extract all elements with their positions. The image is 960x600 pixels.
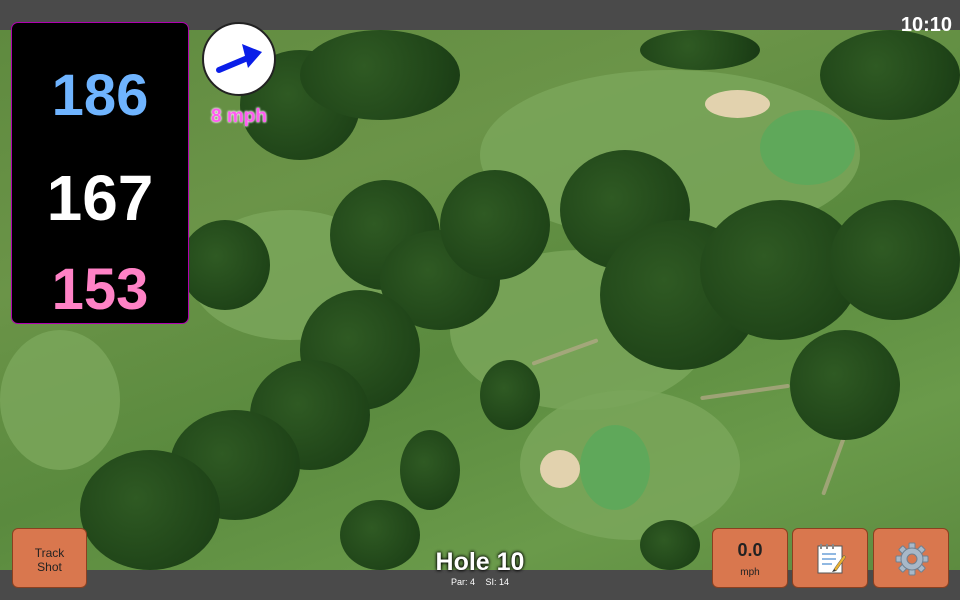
distance-back: 186 bbox=[51, 63, 149, 128]
tree bbox=[820, 30, 960, 120]
putting-green bbox=[760, 110, 855, 185]
bunker bbox=[705, 90, 770, 118]
hole-title: Hole 10 bbox=[435, 548, 525, 576]
notepad-icon bbox=[817, 544, 846, 574]
tree bbox=[180, 220, 270, 310]
tree bbox=[440, 170, 550, 280]
tree bbox=[400, 430, 460, 510]
track-shot-button[interactable]: Track Shot bbox=[12, 528, 87, 588]
hole-par: Par: 4 bbox=[450, 577, 475, 587]
tree bbox=[790, 330, 900, 440]
hole-stroke-index: SI: 14 bbox=[485, 577, 510, 587]
putting-green bbox=[580, 425, 650, 510]
tree bbox=[80, 450, 220, 570]
track-shot-label-line1: Track bbox=[34, 546, 65, 560]
tree bbox=[640, 520, 700, 570]
bunker bbox=[540, 450, 580, 488]
tree bbox=[480, 360, 540, 430]
distance-panel: 186 167 153 bbox=[11, 22, 189, 324]
gear-icon bbox=[895, 542, 929, 576]
fairway bbox=[0, 330, 120, 470]
distance-middle: 167 bbox=[46, 162, 154, 234]
notes-button[interactable] bbox=[792, 528, 868, 588]
cart-path bbox=[700, 383, 790, 401]
tree bbox=[830, 200, 960, 320]
distance-front: 153 bbox=[51, 257, 149, 322]
hole-details: Par: 4 SI: 14 bbox=[380, 577, 580, 587]
speed-button[interactable]: 0.0 mph bbox=[712, 528, 788, 588]
track-shot-label-line2: Shot bbox=[37, 560, 62, 574]
arrow-icon bbox=[216, 44, 262, 73]
wind-indicator bbox=[202, 22, 276, 96]
tree bbox=[300, 30, 460, 120]
speed-value: 0.0 bbox=[737, 540, 763, 560]
clock: 10:10 bbox=[900, 14, 952, 36]
wind-speed: 8 mph bbox=[211, 106, 267, 127]
settings-button[interactable] bbox=[873, 528, 949, 588]
speed-unit: mph bbox=[740, 567, 760, 578]
tree bbox=[640, 30, 760, 70]
